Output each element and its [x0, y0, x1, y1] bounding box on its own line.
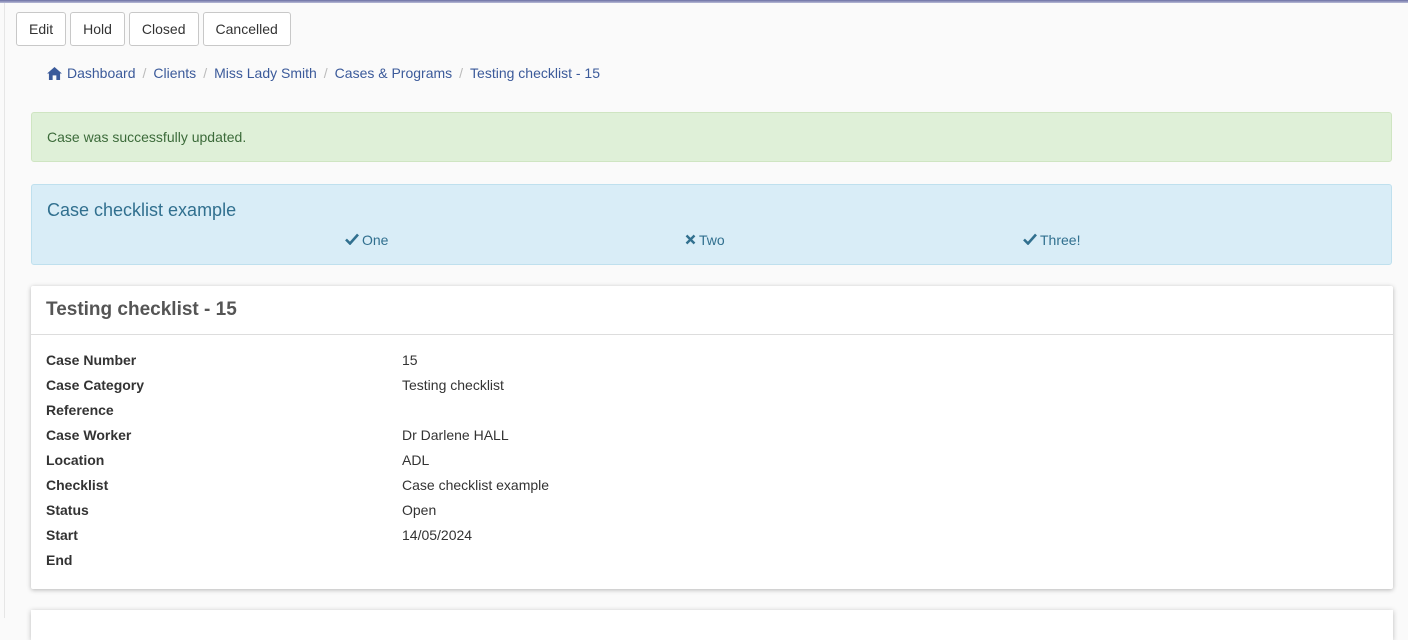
field-label: Case Category	[46, 377, 145, 393]
field-case-worker: Case Worker Dr Darlene HALL	[46, 427, 1376, 452]
breadcrumb: Dashboard / Clients / Miss Lady Smith / …	[47, 65, 600, 81]
checklist-item-label: One	[362, 232, 389, 248]
hold-button[interactable]: Hold	[70, 12, 125, 46]
field-label: Start	[46, 527, 78, 543]
field-label: Status	[46, 502, 89, 518]
field-value: 14/05/2024	[402, 527, 473, 543]
breadcrumb-current-case[interactable]: Testing checklist - 15	[470, 65, 600, 81]
breadcrumb-client[interactable]: Miss Lady Smith	[214, 65, 317, 81]
page-border	[4, 3, 5, 618]
field-value: Dr Darlene HALL	[402, 427, 509, 443]
success-alert-message: Case was successfully updated.	[47, 129, 247, 145]
field-label: End	[46, 552, 73, 568]
field-reference: Reference	[46, 402, 1376, 427]
field-label: Checklist	[46, 477, 109, 493]
checklist-item-one: One	[345, 232, 388, 248]
checklist-title: Case checklist example	[47, 200, 237, 220]
case-actions-toolbar: Edit Hold Closed Cancelled	[16, 12, 291, 46]
breadcrumb-separator: /	[459, 65, 464, 81]
breadcrumb-cases-programs[interactable]: Cases & Programs	[335, 65, 452, 81]
field-case-number: Case Number 15	[46, 352, 1376, 377]
field-value: Open	[402, 502, 437, 518]
closed-button[interactable]: Closed	[128, 12, 199, 46]
checklist-item-label: Two	[699, 232, 725, 248]
breadcrumb-separator: /	[142, 65, 147, 81]
case-details-card: Testing checklist - 15 Case Number 15 Ca…	[31, 286, 1393, 589]
card-divider	[31, 334, 1393, 335]
field-value: Case checklist example	[402, 477, 550, 493]
case-title: Testing checklist - 15	[46, 299, 237, 320]
checklist-item-label: Three!	[1040, 232, 1081, 248]
breadcrumb-clients[interactable]: Clients	[153, 65, 196, 81]
field-value: ADL	[402, 452, 430, 468]
field-label: Location	[46, 452, 105, 468]
cross-icon	[685, 232, 696, 248]
check-icon	[1023, 232, 1037, 248]
checklist-item-three: Three!	[1023, 232, 1080, 248]
success-alert: Case was successfully updated.	[31, 112, 1392, 162]
edit-button[interactable]: Edit	[16, 12, 67, 46]
field-label: Case Number	[46, 352, 137, 368]
home-icon[interactable]	[47, 66, 62, 80]
field-status: Status Open	[46, 502, 1376, 527]
checklist-item-two: Two	[685, 232, 725, 248]
field-label: Case Worker	[46, 427, 132, 443]
checklist-panel: Case checklist example One Two Three!	[31, 184, 1392, 265]
field-case-category: Case Category Testing checklist	[46, 377, 1376, 402]
field-start: Start 14/05/2024	[46, 527, 1376, 552]
field-label: Reference	[46, 402, 114, 418]
next-card	[31, 610, 1393, 640]
field-location: Location ADL	[46, 452, 1376, 477]
field-value: Testing checklist	[402, 377, 504, 393]
breadcrumb-separator: /	[323, 65, 328, 81]
cancelled-button[interactable]: Cancelled	[202, 12, 291, 46]
check-icon	[345, 232, 359, 248]
breadcrumb-separator: /	[203, 65, 208, 81]
top-accent-bar	[0, 0, 1408, 3]
field-end: End	[46, 552, 1376, 577]
field-value: 15	[402, 352, 418, 368]
field-checklist: Checklist Case checklist example	[46, 477, 1376, 502]
breadcrumb-dashboard[interactable]: Dashboard	[67, 65, 136, 81]
